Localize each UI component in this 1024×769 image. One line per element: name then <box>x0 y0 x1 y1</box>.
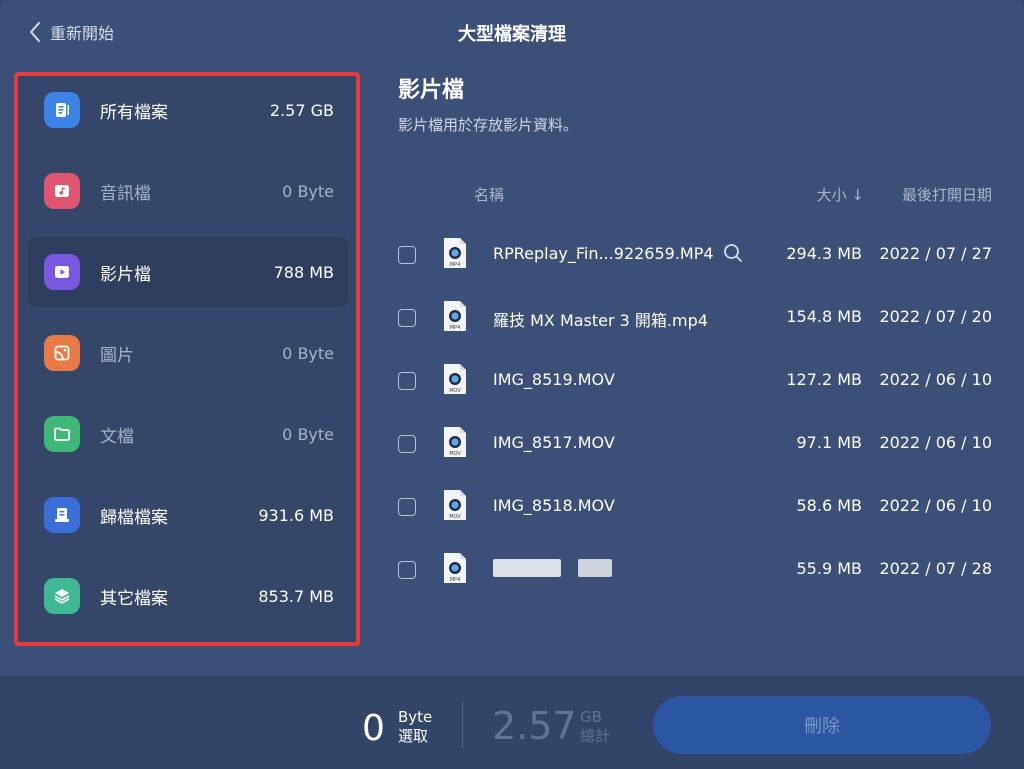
layers-icon <box>44 578 80 614</box>
file-type-label: MOV <box>449 451 461 457</box>
file-date: 2022 / 06 / 10 <box>879 496 992 515</box>
sidebar-item-label: 圖片 <box>100 345 134 366</box>
top-bar: 重新開始 大型檔案清理 <box>0 0 1024 66</box>
sidebar-item-label: 其它檔案 <box>100 588 168 609</box>
file-name: IMG_8518.MOV <box>493 496 615 515</box>
sidebar-item-size: 0 Byte <box>282 424 334 444</box>
selected-size-unit: Byte 選取 <box>398 708 432 746</box>
sidebar-item-label: 影片檔 <box>100 264 151 285</box>
sidebar-item-size: 2.57 GB <box>269 100 334 120</box>
sidebar-item-all-files[interactable]: 所有檔案 2.57 GB <box>28 75 348 145</box>
sidebar-item-archives[interactable]: 歸檔檔案 931.6 MB <box>28 480 348 550</box>
file-size: 55.9 MB <box>796 559 863 578</box>
file-type-label: MP4 <box>450 262 461 268</box>
file-row[interactable]: MOV IMG_8519.MOV 127.2 MB 2022 / 06 / 10 <box>396 362 1006 402</box>
selected-unit: Byte <box>398 708 433 726</box>
file-row[interactable]: MP4 RPReplay_Fin...922659.MP4 294.3 MB 2… <box>396 236 1006 276</box>
file-name: 羅技 MX Master 3 開箱.mp4 <box>493 311 708 330</box>
file-date: 2022 / 06 / 10 <box>879 370 992 389</box>
file-size: 58.6 MB <box>796 496 863 515</box>
file-size: 294.3 MB <box>786 244 862 263</box>
file-date: 2022 / 07 / 28 <box>879 559 992 578</box>
selected-size-value: 0 <box>362 708 385 749</box>
file-type-label: MOV <box>449 514 461 520</box>
video-file-icon: MOV <box>444 364 466 394</box>
sidebar-item-size: 788 MB <box>273 262 334 282</box>
section-description: 影片檔用於存放影片資料。 <box>398 116 579 134</box>
redacted-file-name <box>493 559 561 577</box>
sidebar-item-size: 0 Byte <box>282 181 334 201</box>
file-name: IMG_8517.MOV <box>493 433 615 452</box>
total-label: 總計 <box>580 727 611 745</box>
search-icon[interactable] <box>722 242 744 264</box>
file-type-label: MOV <box>449 388 461 394</box>
column-header-name[interactable]: 名稱 <box>474 184 504 205</box>
sidebar-item-video[interactable]: 影片檔 788 MB <box>28 237 348 307</box>
total-size-unit: GB 總計 <box>580 708 610 746</box>
column-header-date[interactable]: 最後打開日期 <box>902 184 992 205</box>
video-file-icon: MP4 <box>444 301 466 331</box>
file-checkbox[interactable] <box>398 435 416 453</box>
sidebar-item-size: 853.7 MB <box>258 586 334 606</box>
image-icon <box>44 335 80 371</box>
file-type-label: MP4 <box>450 325 461 331</box>
app-window: 重新開始 大型檔案清理 所有檔案 2.57 GB 音訊檔 0 Byte 影片檔 … <box>0 0 1024 769</box>
delete-button[interactable]: 刪除 <box>653 696 991 754</box>
sidebar-item-size: 931.6 MB <box>258 505 334 525</box>
file-type-label: MP4 <box>450 577 461 583</box>
total-unit: GB <box>580 708 602 726</box>
page-title: 大型檔案清理 <box>458 24 566 45</box>
total-size-value: 2.57 <box>492 704 577 748</box>
sidebar-item-audio[interactable]: 音訊檔 0 Byte <box>28 156 348 226</box>
file-row[interactable]: MP4 55.9 MB 2022 / 07 / 28 <box>396 551 1006 591</box>
file-row[interactable]: MOV IMG_8517.MOV 97.1 MB 2022 / 06 / 10 <box>396 425 1006 465</box>
document-icon <box>44 92 80 128</box>
file-date: 2022 / 06 / 10 <box>879 433 992 452</box>
video-file-icon: MP4 <box>444 553 466 583</box>
file-date: 2022 / 07 / 27 <box>879 244 992 263</box>
footer-bar: 0 Byte 選取 2.57 GB 總計 刪除 <box>0 676 1024 769</box>
sidebar-item-label: 文檔 <box>100 426 134 447</box>
sidebar-item-label: 音訊檔 <box>100 183 151 204</box>
file-row[interactable]: MOV IMG_8518.MOV 58.6 MB 2022 / 06 / 10 <box>396 488 1006 528</box>
file-checkbox[interactable] <box>398 309 416 327</box>
file-date: 2022 / 07 / 20 <box>879 307 992 326</box>
sidebar-item-label: 所有檔案 <box>100 102 168 123</box>
file-row[interactable]: MP4 羅技 MX Master 3 開箱.mp4 154.8 MB 2022 … <box>396 299 1006 339</box>
folder-icon <box>44 416 80 452</box>
file-name: RPReplay_Fin...922659.MP4 <box>493 244 714 263</box>
sidebar-item-label: 歸檔檔案 <box>100 507 168 528</box>
sidebar-item-size: 0 Byte <box>282 343 334 363</box>
file-size: 97.1 MB <box>796 433 863 452</box>
file-checkbox[interactable] <box>398 561 416 579</box>
music-icon <box>44 173 80 209</box>
selected-label: 選取 <box>398 727 429 745</box>
column-header-size[interactable]: 大小 ↓ <box>817 184 864 205</box>
archive-icon <box>44 497 80 533</box>
video-file-icon: MOV <box>444 490 466 520</box>
sidebar-item-other[interactable]: 其它檔案 853.7 MB <box>28 561 348 631</box>
sidebar-item-images[interactable]: 圖片 0 Byte <box>28 318 348 388</box>
divider <box>462 702 463 748</box>
category-sidebar: 所有檔案 2.57 GB 音訊檔 0 Byte 影片檔 788 MB 圖片 0 … <box>14 72 360 646</box>
play-icon <box>44 254 80 290</box>
video-file-icon: MP4 <box>444 238 466 268</box>
file-checkbox[interactable] <box>398 498 416 516</box>
file-name: IMG_8519.MOV <box>493 370 615 389</box>
video-file-icon: MOV <box>444 427 466 457</box>
file-checkbox[interactable] <box>398 246 416 264</box>
redacted-file-extension <box>578 559 612 577</box>
section-title: 影片檔 <box>398 78 465 103</box>
file-size: 154.8 MB <box>786 307 862 326</box>
file-size: 127.2 MB <box>786 370 862 389</box>
sidebar-item-documents[interactable]: 文檔 0 Byte <box>28 399 348 469</box>
file-checkbox[interactable] <box>398 372 416 390</box>
